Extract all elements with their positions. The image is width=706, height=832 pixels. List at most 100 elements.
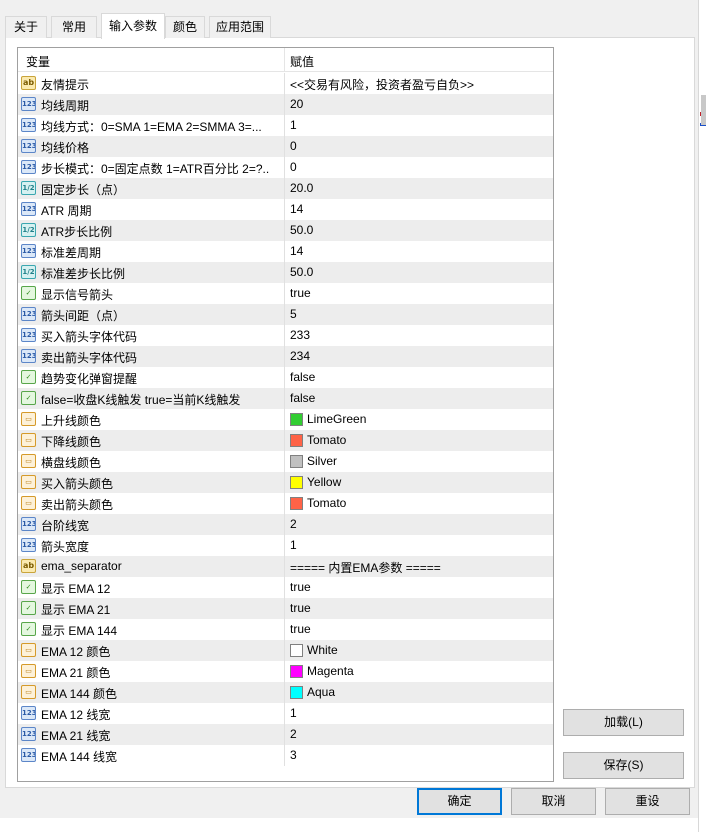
value-cell[interactable]: White	[307, 643, 338, 657]
color-swatch[interactable]	[290, 455, 303, 468]
cell-divider	[284, 115, 285, 136]
table-row[interactable]: 123 EMA 144 线宽 3	[18, 745, 553, 766]
table-row[interactable]: 123 均线周期 20	[18, 94, 553, 115]
cell-divider	[284, 409, 285, 430]
value-cell[interactable]: 3	[290, 748, 297, 762]
table-row[interactable]: 123 箭头宽度 1	[18, 535, 553, 556]
tab-common[interactable]: 常用	[51, 16, 97, 38]
column-header-variable[interactable]: 变量	[26, 53, 50, 70]
value-cell[interactable]: 20.0	[290, 181, 313, 195]
value-cell[interactable]: Tomato	[307, 496, 346, 510]
value-cell[interactable]: 2	[290, 727, 297, 741]
value-cell[interactable]: 1	[290, 538, 297, 552]
table-row[interactable]: ✓ 趋势变化弹窗提醒 false	[18, 367, 553, 388]
value-cell[interactable]: true	[290, 580, 311, 594]
value-cell[interactable]: 2	[290, 517, 297, 531]
value-cell[interactable]: false	[290, 391, 315, 405]
value-cell[interactable]: 50.0	[290, 223, 313, 237]
cell-divider	[284, 73, 285, 94]
table-row[interactable]: 123 均线方式：0=SMA 1=EMA 2=SMMA 3=... 1	[18, 115, 553, 136]
value-cell[interactable]: true	[290, 286, 311, 300]
table-row[interactable]: 123 均线价格 0	[18, 136, 553, 157]
tab-scope[interactable]: 应用范围	[209, 16, 271, 38]
table-row[interactable]: ▭ EMA 144 颜色 Aqua	[18, 682, 553, 703]
table-row[interactable]: ▭ EMA 12 颜色 White	[18, 640, 553, 661]
value-cell[interactable]: 0	[290, 139, 297, 153]
value-cell[interactable]: Tomato	[307, 433, 346, 447]
color-swatch[interactable]	[290, 665, 303, 678]
value-cell[interactable]: true	[290, 622, 311, 636]
color-swatch[interactable]	[290, 686, 303, 699]
tab-inputs[interactable]: 输入参数	[101, 13, 165, 39]
value-cell[interactable]: true	[290, 601, 311, 615]
color-swatch[interactable]	[290, 497, 303, 510]
table-row[interactable]: 1/2 固定步长（点） 20.0	[18, 178, 553, 199]
value-cell[interactable]: Magenta	[307, 664, 354, 678]
parameters-table: 变量 赋值 ab 友情提示 <<交易有风险，投资者盈亏自负>> 123 均线周期 20 12…	[17, 47, 554, 782]
value-cell[interactable]: 20	[290, 97, 303, 111]
table-row[interactable]: ab 友情提示 <<交易有风险，投资者盈亏自负>>	[18, 73, 553, 94]
value-cell[interactable]: <<交易有风险，投资者盈亏自负>>	[290, 76, 474, 93]
table-row[interactable]: ▭ EMA 21 颜色 Magenta	[18, 661, 553, 682]
table-row[interactable]: 123 箭头间距（点） 5	[18, 304, 553, 325]
value-cell[interactable]: Aqua	[307, 685, 335, 699]
value-cell[interactable]: 0	[290, 160, 297, 174]
tab-colors[interactable]: 颜色	[165, 16, 205, 38]
color-swatch[interactable]	[290, 434, 303, 447]
table-row[interactable]: ✓ 显示 EMA 144 true	[18, 619, 553, 640]
value-cell[interactable]: 233	[290, 328, 310, 342]
ok-button[interactable]: 确定	[417, 788, 502, 815]
color-type-icon: ▭	[21, 412, 36, 426]
table-row[interactable]: ▭ 上升线颜色 LimeGreen	[18, 409, 553, 430]
column-header-value[interactable]: 赋值	[290, 53, 314, 70]
table-row[interactable]: ▭ 横盘线颜色 Silver	[18, 451, 553, 472]
tab-about[interactable]: 关于	[5, 16, 47, 38]
table-row[interactable]: 123 EMA 12 线宽 1	[18, 703, 553, 724]
cell-divider	[284, 430, 285, 451]
value-cell[interactable]: 50.0	[290, 265, 313, 279]
value-cell[interactable]: 14	[290, 202, 303, 216]
table-row[interactable]: 123 标准差周期 14	[18, 241, 553, 262]
table-row[interactable]: 123 卖出箭头字体代码 234	[18, 346, 553, 367]
text-type-icon: ab	[21, 76, 36, 90]
value-cell[interactable]: Silver	[307, 454, 337, 468]
table-row[interactable]: 123 台阶线宽 2	[18, 514, 553, 535]
color-swatch[interactable]	[290, 476, 303, 489]
table-row[interactable]: 1/2 ATR步长比例 50.0	[18, 220, 553, 241]
table-row[interactable]: ▭ 买入箭头颜色 Yellow	[18, 472, 553, 493]
save-button[interactable]: 保存(S)	[563, 752, 684, 779]
column-divider[interactable]	[284, 48, 285, 72]
table-row[interactable]: ✓ false=收盘K线触发 true=当前K线触发 false	[18, 388, 553, 409]
value-cell[interactable]: 1	[290, 118, 297, 132]
value-cell[interactable]: 234	[290, 349, 310, 363]
variable-name: 趋势变化弹窗提醒	[41, 372, 138, 386]
table-row[interactable]: 123 买入箭头字体代码 233	[18, 325, 553, 346]
color-swatch[interactable]	[290, 644, 303, 657]
value-cell[interactable]: ===== 内置EMA参数 =====	[290, 559, 441, 576]
reset-button[interactable]: 重设	[605, 788, 690, 815]
table-row[interactable]: ▭ 下降线颜色 Tomato	[18, 430, 553, 451]
value-cell[interactable]: false	[290, 370, 315, 384]
value-cell[interactable]: LimeGreen	[307, 412, 366, 426]
variable-name: 均线方式：0=SMA 1=EMA 2=SMMA 3=...	[41, 120, 262, 134]
table-row[interactable]: 123 步长模式：0=固定点数 1=ATR百分比 2=?.. 0	[18, 157, 553, 178]
table-row[interactable]: ab ema_separator ===== 内置EMA参数 =====	[18, 556, 553, 577]
table-row[interactable]: 1/2 标准差步长比例 50.0	[18, 262, 553, 283]
color-swatch[interactable]	[290, 413, 303, 426]
table-row[interactable]: ✓ 显示信号箭头 true	[18, 283, 553, 304]
table-row[interactable]: 123 EMA 21 线宽 2	[18, 724, 553, 745]
table-row[interactable]: ✓ 显示 EMA 12 true	[18, 577, 553, 598]
load-button[interactable]: 加载(L)	[563, 709, 684, 736]
value-cell[interactable]: 14	[290, 244, 303, 258]
value-cell[interactable]: 5	[290, 307, 297, 321]
cancel-button[interactable]: 取消	[511, 788, 596, 815]
value-cell[interactable]: Yellow	[307, 475, 341, 489]
variable-name: EMA 21 线宽	[41, 729, 111, 743]
integer-type-icon: 123	[21, 244, 36, 258]
table-row[interactable]: 123 ATR 周期 14	[18, 199, 553, 220]
table-row[interactable]: ✓ 显示 EMA 21 true	[18, 598, 553, 619]
cell-divider	[284, 682, 285, 703]
variable-name: 标准差步长比例	[41, 267, 126, 281]
table-row[interactable]: ▭ 卖出箭头颜色 Tomato	[18, 493, 553, 514]
value-cell[interactable]: 1	[290, 706, 297, 720]
